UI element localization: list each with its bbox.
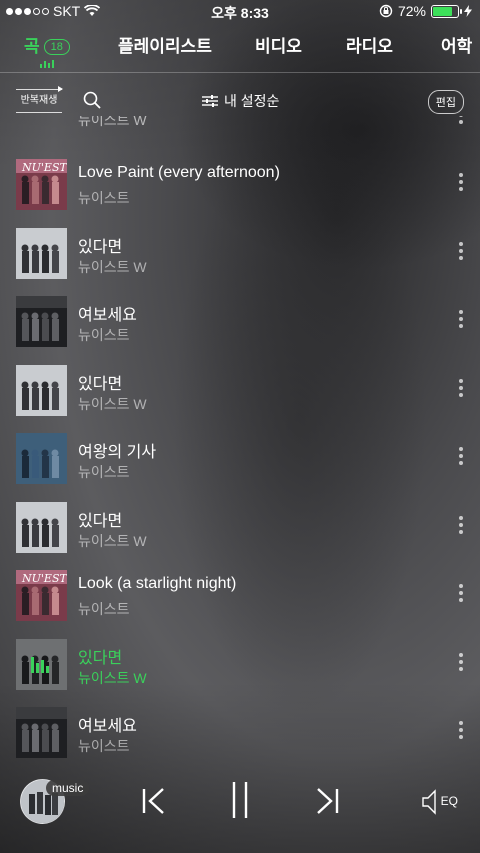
tab-radio[interactable]: 라디오	[346, 32, 393, 57]
song-title: 여보세요	[78, 307, 137, 324]
eq-button[interactable]: EQ	[421, 789, 458, 815]
song-title: 여왕의 기사	[78, 444, 157, 461]
song-title: 있다면	[78, 238, 123, 256]
album-art	[16, 364, 67, 416]
edit-button[interactable]: 편집	[427, 90, 464, 114]
song-title: 있다면	[78, 375, 123, 393]
album-art	[16, 296, 67, 347]
tab-label: 플레이리스트	[118, 37, 212, 56]
song-artist: 뉴이스트	[78, 327, 130, 343]
more-options-icon[interactable]	[459, 584, 463, 602]
status-bar: SKT 오후 8:33 72%	[0, 0, 480, 24]
tab-playlists[interactable]: 플레이리스트	[118, 32, 212, 57]
more-options-icon[interactable]	[459, 515, 463, 534]
speaker-icon	[422, 789, 437, 815]
list-item[interactable]: 있다면뉴이스트 W	[0, 493, 480, 561]
list-item[interactable]: 있다면뉴이스트 W	[0, 219, 480, 287]
eq-label: EQ	[440, 794, 458, 809]
more-options-icon[interactable]	[459, 310, 463, 328]
list-item[interactable]: 여보세요뉴이스트	[0, 287, 480, 355]
song-artist: 뉴이스트 W	[78, 669, 147, 686]
sort-label: 내 설정순	[224, 93, 280, 109]
album-art	[16, 227, 67, 279]
album-art	[16, 501, 67, 553]
tab-label: 비디오	[255, 37, 302, 56]
album-art	[16, 638, 67, 690]
song-title: 여보세요	[78, 718, 137, 735]
more-options-icon[interactable]	[459, 241, 463, 260]
album-art: NU'EST	[16, 570, 67, 621]
next-track-icon[interactable]	[314, 787, 340, 815]
song-artist: 뉴이스트	[78, 601, 130, 617]
mini-player: music EQ	[0, 771, 480, 853]
sort-button[interactable]: 내 설정순	[202, 91, 279, 111]
tab-divider	[0, 72, 480, 73]
battery-icon	[431, 4, 462, 18]
song-title: Look (a starlight night)	[78, 575, 237, 592]
tab-bar: 곡 18 플레이리스트 비디오 라디오 어학	[0, 30, 480, 72]
tab-label: 곡	[24, 37, 40, 56]
tab-songs[interactable]: 곡 18	[24, 32, 70, 57]
music-label: music	[46, 780, 90, 796]
list-item[interactable]: 있다면뉴이스트 W	[0, 630, 480, 698]
song-artist: 뉴이스트 W	[78, 258, 147, 275]
song-artist: 뉴이스트 W	[78, 116, 147, 128]
song-title: Love Paint (every afternoon)	[78, 164, 280, 181]
more-options-icon[interactable]	[459, 173, 463, 191]
song-title: 있다면	[78, 649, 123, 667]
charging-bolt-icon	[464, 5, 472, 17]
song-title: 있다면	[78, 512, 123, 530]
song-artist: 뉴이스트	[78, 464, 130, 480]
more-options-icon[interactable]	[459, 721, 463, 739]
song-artist: 뉴이스트 W	[78, 532, 147, 549]
album-art	[16, 433, 67, 484]
song-artist: 뉴이스트	[78, 738, 130, 754]
tab-label: 라디오	[346, 37, 393, 56]
list-item[interactable]: 있다면뉴이스트 W	[0, 356, 480, 424]
tab-language[interactable]: 어학	[441, 32, 472, 57]
pause-icon[interactable]	[229, 781, 251, 819]
svg-text:NU'EST: NU'EST	[21, 572, 67, 585]
now-playing-indicator-icon	[40, 60, 54, 68]
repeat-button[interactable]: 반복재생	[16, 86, 63, 113]
more-options-icon[interactable]	[459, 652, 463, 671]
tab-video[interactable]: 비디오	[255, 32, 302, 57]
tab-label: 어학	[441, 37, 473, 56]
battery-fill	[433, 6, 452, 16]
list-item[interactable]: 여왕의 기사뉴이스트	[0, 424, 480, 492]
sort-filter-icon	[202, 95, 218, 107]
album-art: NU'EST	[16, 159, 67, 210]
list-item[interactable]: NU'EST Look (a starlight night) 뉴이스트	[0, 561, 480, 629]
search-icon[interactable]	[83, 91, 101, 109]
edit-label: 편집	[435, 97, 456, 109]
repeat-label: 반복재생	[20, 95, 58, 106]
song-artist: 뉴이스트 W	[78, 395, 147, 412]
list-toolbar: 반복재생 내 설정순 편집	[0, 86, 480, 118]
song-list: 뉴이스트 W NU'EST Love Paint (every afternoon…	[0, 116, 480, 770]
album-art	[16, 707, 67, 758]
previous-track-icon[interactable]	[141, 787, 167, 815]
list-item[interactable]: 여보세요뉴이스트	[0, 698, 480, 766]
more-options-icon[interactable]	[459, 447, 463, 465]
song-artist: 뉴이스트	[78, 190, 130, 206]
song-count-badge: 18	[43, 39, 70, 55]
more-options-icon[interactable]	[459, 116, 463, 124]
list-item[interactable]: NU'EST Love Paint (every afternoon) 뉴이스트	[0, 150, 480, 218]
battery-percent: 72%	[397, 3, 426, 19]
list-item[interactable]: 뉴이스트 W	[0, 116, 480, 140]
rotation-lock-icon	[379, 4, 393, 18]
more-options-icon[interactable]	[459, 378, 463, 397]
svg-text:NU'EST: NU'EST	[21, 161, 67, 174]
